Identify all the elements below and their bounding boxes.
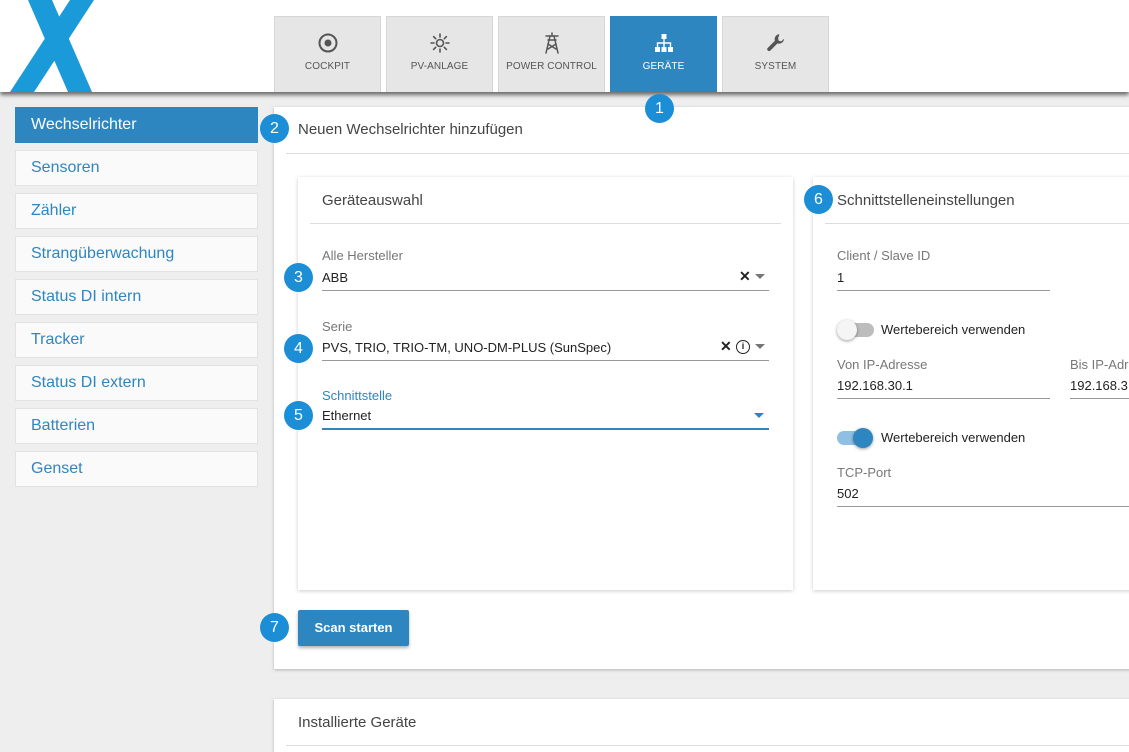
tab-geraete[interactable]: GERÄTE	[610, 16, 717, 92]
step-badge-3: 3	[284, 263, 313, 292]
step-badge-6: 6	[804, 185, 833, 214]
chevron-down-icon[interactable]	[755, 274, 765, 279]
chevron-down-icon[interactable]	[754, 413, 764, 418]
step-badge-7: 7	[260, 613, 289, 642]
tcp-port-label: TCP-Port	[837, 465, 892, 480]
card-title: Schnittstelleneinstellungen	[837, 192, 1015, 209]
wrench-icon	[766, 34, 784, 52]
divider	[286, 745, 1129, 746]
step-badge-5: 5	[284, 401, 313, 430]
target-icon	[318, 33, 337, 53]
network-icon	[654, 34, 673, 52]
sidebar-item-wechselrichter[interactable]: Wechselrichter	[15, 107, 258, 143]
field-underline-focused	[322, 428, 769, 430]
series-label: Serie	[322, 319, 353, 334]
toggle-knob	[837, 320, 857, 340]
from-ip-input[interactable]: 192.168.30.1	[837, 378, 913, 393]
interface-settings-card: Schnittstelleneinstellungen Client / Sla…	[813, 177, 1129, 590]
sun-icon	[429, 33, 450, 53]
tab-label: PV-ANLAGE	[410, 61, 469, 72]
card-title: Geräteauswahl	[322, 192, 423, 209]
interface-label: Schnittstelle	[322, 388, 393, 403]
to-ip-input[interactable]: 192.168.3	[1070, 378, 1128, 393]
tab-cockpit[interactable]: COCKPIT	[274, 16, 381, 92]
divider	[825, 223, 1129, 224]
divider	[310, 223, 781, 224]
sidebar-item-status-di-extern[interactable]: Status DI extern	[15, 365, 258, 401]
series-select[interactable]: PVS, TRIO, TRIO-TM, UNO-DM-PLUS (SunSpec…	[322, 340, 611, 355]
page-title: Neuen Wechselrichter hinzufügen	[298, 121, 523, 138]
tab-label: GERÄTE	[642, 61, 685, 72]
chevron-down-icon[interactable]	[755, 344, 765, 349]
to-ip-label: Bis IP-Adr	[1070, 357, 1129, 372]
sidebar-item-status-di-intern[interactable]: Status DI intern	[15, 279, 258, 315]
sidebar-item-strangueberwachung[interactable]: Strangüberwachung	[15, 236, 258, 272]
field-underline	[322, 360, 769, 361]
client-id-label: Client / Slave ID	[837, 248, 931, 263]
tab-label: COCKPIT	[304, 61, 351, 72]
tab-label: POWER CONTROL	[506, 61, 597, 72]
range-toggle-label: Wertebereich verwenden	[881, 322, 1026, 337]
manufacturer-select[interactable]: ABB	[322, 270, 348, 285]
range-toggle-label: Wertebereich verwenden	[881, 430, 1026, 445]
from-ip-label: Von IP-Adresse	[837, 357, 928, 372]
scan-start-button[interactable]: Scan starten	[298, 610, 409, 646]
installed-devices-panel: Installierte Geräte	[274, 699, 1129, 752]
power-tower-icon	[544, 32, 559, 54]
field-underline	[837, 506, 1129, 507]
field-underline	[1070, 398, 1129, 399]
field-underline	[837, 398, 1050, 399]
brand-logo	[10, 0, 94, 92]
tab-label: SYSTEM	[754, 61, 797, 72]
sidebar-item-sensoren[interactable]: Sensoren	[15, 150, 258, 186]
sidebar-item-genset[interactable]: Genset	[15, 451, 258, 487]
divider	[286, 153, 1129, 154]
toggle-knob	[853, 428, 873, 448]
tab-power-control[interactable]: POWER CONTROL	[498, 16, 605, 92]
tab-system[interactable]: SYSTEM	[722, 16, 829, 92]
tcp-port-input[interactable]: 502	[837, 486, 859, 501]
interface-select[interactable]: Ethernet	[322, 408, 371, 423]
field-underline	[837, 290, 1050, 291]
sidebar-item-batterien[interactable]: Batterien	[15, 408, 258, 444]
clear-icon[interactable]: ✕	[720, 338, 732, 355]
manufacturer-label: Alle Hersteller	[322, 248, 403, 263]
sidebar-item-zaehler[interactable]: Zähler	[15, 193, 258, 229]
section-title: Installierte Geräte	[298, 714, 417, 731]
step-badge-4: 4	[284, 334, 313, 363]
top-navigation: COCKPIT PV-ANLAGE POWER CONTROL GERÄTE S…	[0, 0, 1129, 92]
device-selection-card: Geräteauswahl Alle Hersteller ABB ✕ Seri…	[298, 177, 793, 590]
add-inverter-panel: Neuen Wechselrichter hinzufügen Geräteau…	[274, 107, 1129, 669]
step-badge-1: 1	[645, 94, 674, 123]
info-icon[interactable]: i	[736, 340, 750, 354]
tab-pv-anlage[interactable]: PV-ANLAGE	[386, 16, 493, 92]
client-id-input[interactable]: 1	[837, 270, 844, 285]
step-badge-2: 2	[260, 114, 289, 143]
sidebar-item-tracker[interactable]: Tracker	[15, 322, 258, 358]
clear-icon[interactable]: ✕	[739, 268, 751, 285]
field-underline	[322, 290, 769, 291]
